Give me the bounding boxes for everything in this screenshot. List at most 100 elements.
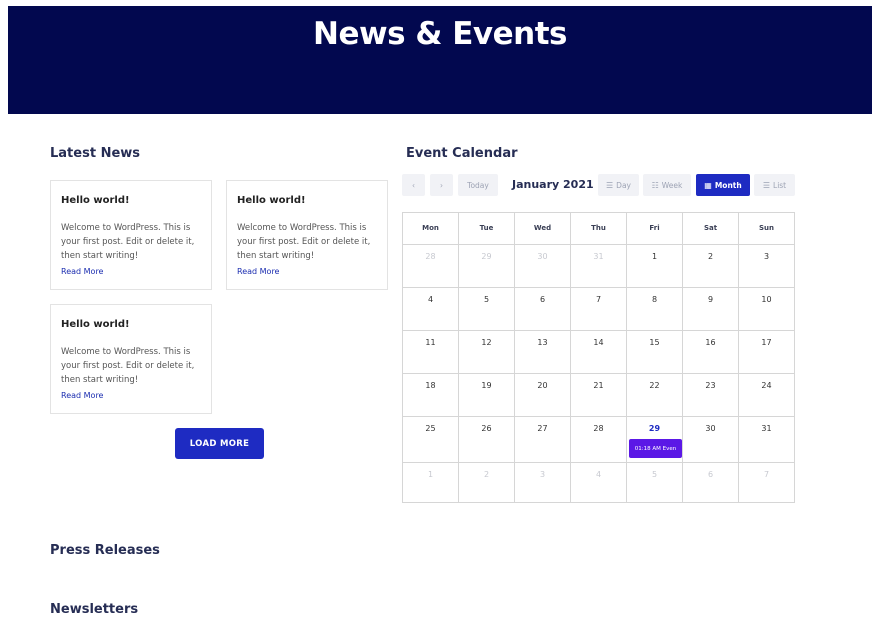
calendar-day-cell[interactable]: 20 <box>515 374 571 417</box>
day-number: 9 <box>707 295 714 304</box>
read-more-link[interactable]: Read More <box>61 267 103 276</box>
view-month-label: Month <box>714 180 742 190</box>
day-number: 2 <box>483 470 490 479</box>
prev-month-button[interactable]: ‹ <box>402 174 425 196</box>
calendar-week-row: 4 5 6 7 8 9 10 <box>403 288 794 331</box>
menu-lines-icon: ☰ <box>606 180 614 190</box>
calendar-day-cell[interactable]: 12 <box>459 331 515 374</box>
calendar-day-cell[interactable]: 1 <box>627 245 683 288</box>
calendar-day-cell[interactable]: 22 <box>627 374 683 417</box>
calendar-day-cell[interactable]: 30 <box>683 417 739 463</box>
calendar-day-cell[interactable]: 3 <box>515 463 571 502</box>
calendar-week-row: 25 26 27 28 29 01:18 AM Even 30 31 <box>403 417 794 463</box>
calendar-day-cell[interactable]: 9 <box>683 288 739 331</box>
calendar-day-cell[interactable]: 27 <box>515 417 571 463</box>
day-number: 12 <box>481 338 492 347</box>
news-title[interactable]: Hello world! <box>61 195 130 206</box>
day-number: 20 <box>537 381 548 390</box>
calendar-grid: Mon Tue Wed Thu Fri Sat Sun 28 29 30 31 … <box>402 212 795 503</box>
calendar-day-cell[interactable]: 10 <box>739 288 794 331</box>
calendar-day-cell[interactable]: 21 <box>571 374 627 417</box>
day-number: 27 <box>537 424 548 433</box>
calendar-day-cell[interactable]: 5 <box>459 288 515 331</box>
calendar-day-cell[interactable]: 18 <box>403 374 459 417</box>
weekday-label: Sat <box>683 213 739 245</box>
calendar-day-cell[interactable]: 2 <box>683 245 739 288</box>
load-more-button[interactable]: LOAD MORE <box>175 428 264 459</box>
news-title[interactable]: Hello world! <box>237 195 306 206</box>
day-number: 25 <box>425 424 436 433</box>
calendar-day-cell[interactable]: 4 <box>571 463 627 502</box>
day-number: 31 <box>593 252 604 261</box>
day-number: 13 <box>537 338 548 347</box>
view-list-button[interactable]: ☰ List <box>754 174 795 196</box>
day-number: 31 <box>761 424 772 433</box>
read-more-link[interactable]: Read More <box>237 267 279 276</box>
calendar-day-cell[interactable]: 28 <box>403 245 459 288</box>
calendar-week-row: 18 19 20 21 22 23 24 <box>403 374 794 417</box>
calendar-day-cell[interactable]: 25 <box>403 417 459 463</box>
day-number: 28 <box>593 424 604 433</box>
news-excerpt: Welcome to WordPress. This is your first… <box>237 223 371 261</box>
day-number: 7 <box>763 470 770 479</box>
calendar-day-cell[interactable]: 13 <box>515 331 571 374</box>
day-number: 15 <box>649 338 660 347</box>
calendar-day-cell[interactable]: 16 <box>683 331 739 374</box>
view-day-button[interactable]: ☰ Day <box>598 174 639 196</box>
calendar-day-cell[interactable]: 17 <box>739 331 794 374</box>
calendar-day-cell[interactable]: 7 <box>571 288 627 331</box>
calendar-event[interactable]: 01:18 AM Even <box>629 439 682 458</box>
day-number: 3 <box>763 252 770 261</box>
read-more-link[interactable]: Read More <box>61 391 103 400</box>
today-button[interactable]: Today <box>458 174 498 196</box>
calendar-day-cell[interactable]: 28 <box>571 417 627 463</box>
calendar-day-cell[interactable]: 14 <box>571 331 627 374</box>
day-number: 24 <box>761 381 772 390</box>
next-month-button[interactable]: › <box>430 174 453 196</box>
day-number: 2 <box>707 252 714 261</box>
day-number: 23 <box>705 381 716 390</box>
day-number: 26 <box>481 424 492 433</box>
day-number: 4 <box>427 295 434 304</box>
news-card: Hello world! Welcome to WordPress. This … <box>226 180 388 290</box>
calendar-day-cell[interactable]: 26 <box>459 417 515 463</box>
calendar-day-cell[interactable]: 29 <box>459 245 515 288</box>
weekday-label: Tue <box>459 213 515 245</box>
day-number: 3 <box>539 470 546 479</box>
event-calendar-heading: Event Calendar <box>406 146 518 161</box>
day-number: 4 <box>595 470 602 479</box>
calendar-day-cell[interactable]: 6 <box>683 463 739 502</box>
calendar-day-cell-today[interactable]: 29 01:18 AM Even <box>627 417 683 463</box>
day-number: 1 <box>427 470 434 479</box>
calendar-day-cell[interactable]: 3 <box>739 245 794 288</box>
calendar-day-cell[interactable]: 1 <box>403 463 459 502</box>
day-number: 5 <box>483 295 490 304</box>
calendar-day-cell[interactable]: 30 <box>515 245 571 288</box>
calendar-day-cell[interactable]: 24 <box>739 374 794 417</box>
calendar-day-cell[interactable]: 31 <box>739 417 794 463</box>
day-number: 14 <box>593 338 604 347</box>
calendar-day-cell[interactable]: 4 <box>403 288 459 331</box>
weekday-label: Thu <box>571 213 627 245</box>
view-month-button[interactable]: ▦ Month <box>696 174 750 196</box>
calendar-day-cell[interactable]: 2 <box>459 463 515 502</box>
calendar-day-cell[interactable]: 5 <box>627 463 683 502</box>
list-icon: ☰ <box>762 180 771 190</box>
calendar-day-cell[interactable]: 19 <box>459 374 515 417</box>
news-card: Hello world! Welcome to WordPress. This … <box>50 304 212 414</box>
chevron-right-icon: › <box>440 180 443 190</box>
news-excerpt: Welcome to WordPress. This is your first… <box>61 347 195 385</box>
calendar-day-cell[interactable]: 31 <box>571 245 627 288</box>
news-title[interactable]: Hello world! <box>61 319 130 330</box>
calendar-day-cell[interactable]: 11 <box>403 331 459 374</box>
calendar-week-row: 11 12 13 14 15 16 17 <box>403 331 794 374</box>
calendar-day-cell[interactable]: 7 <box>739 463 794 502</box>
calendar-day-cell[interactable]: 6 <box>515 288 571 331</box>
calendar-day-cell[interactable]: 8 <box>627 288 683 331</box>
day-number: 29 <box>481 252 492 261</box>
calendar-day-cell[interactable]: 23 <box>683 374 739 417</box>
calendar-day-cell[interactable]: 15 <box>627 331 683 374</box>
view-week-button[interactable]: ☷ Week <box>643 174 691 196</box>
calendar-week-row: 1 2 3 4 5 6 7 <box>403 463 794 502</box>
weekday-label: Sun <box>739 213 794 245</box>
